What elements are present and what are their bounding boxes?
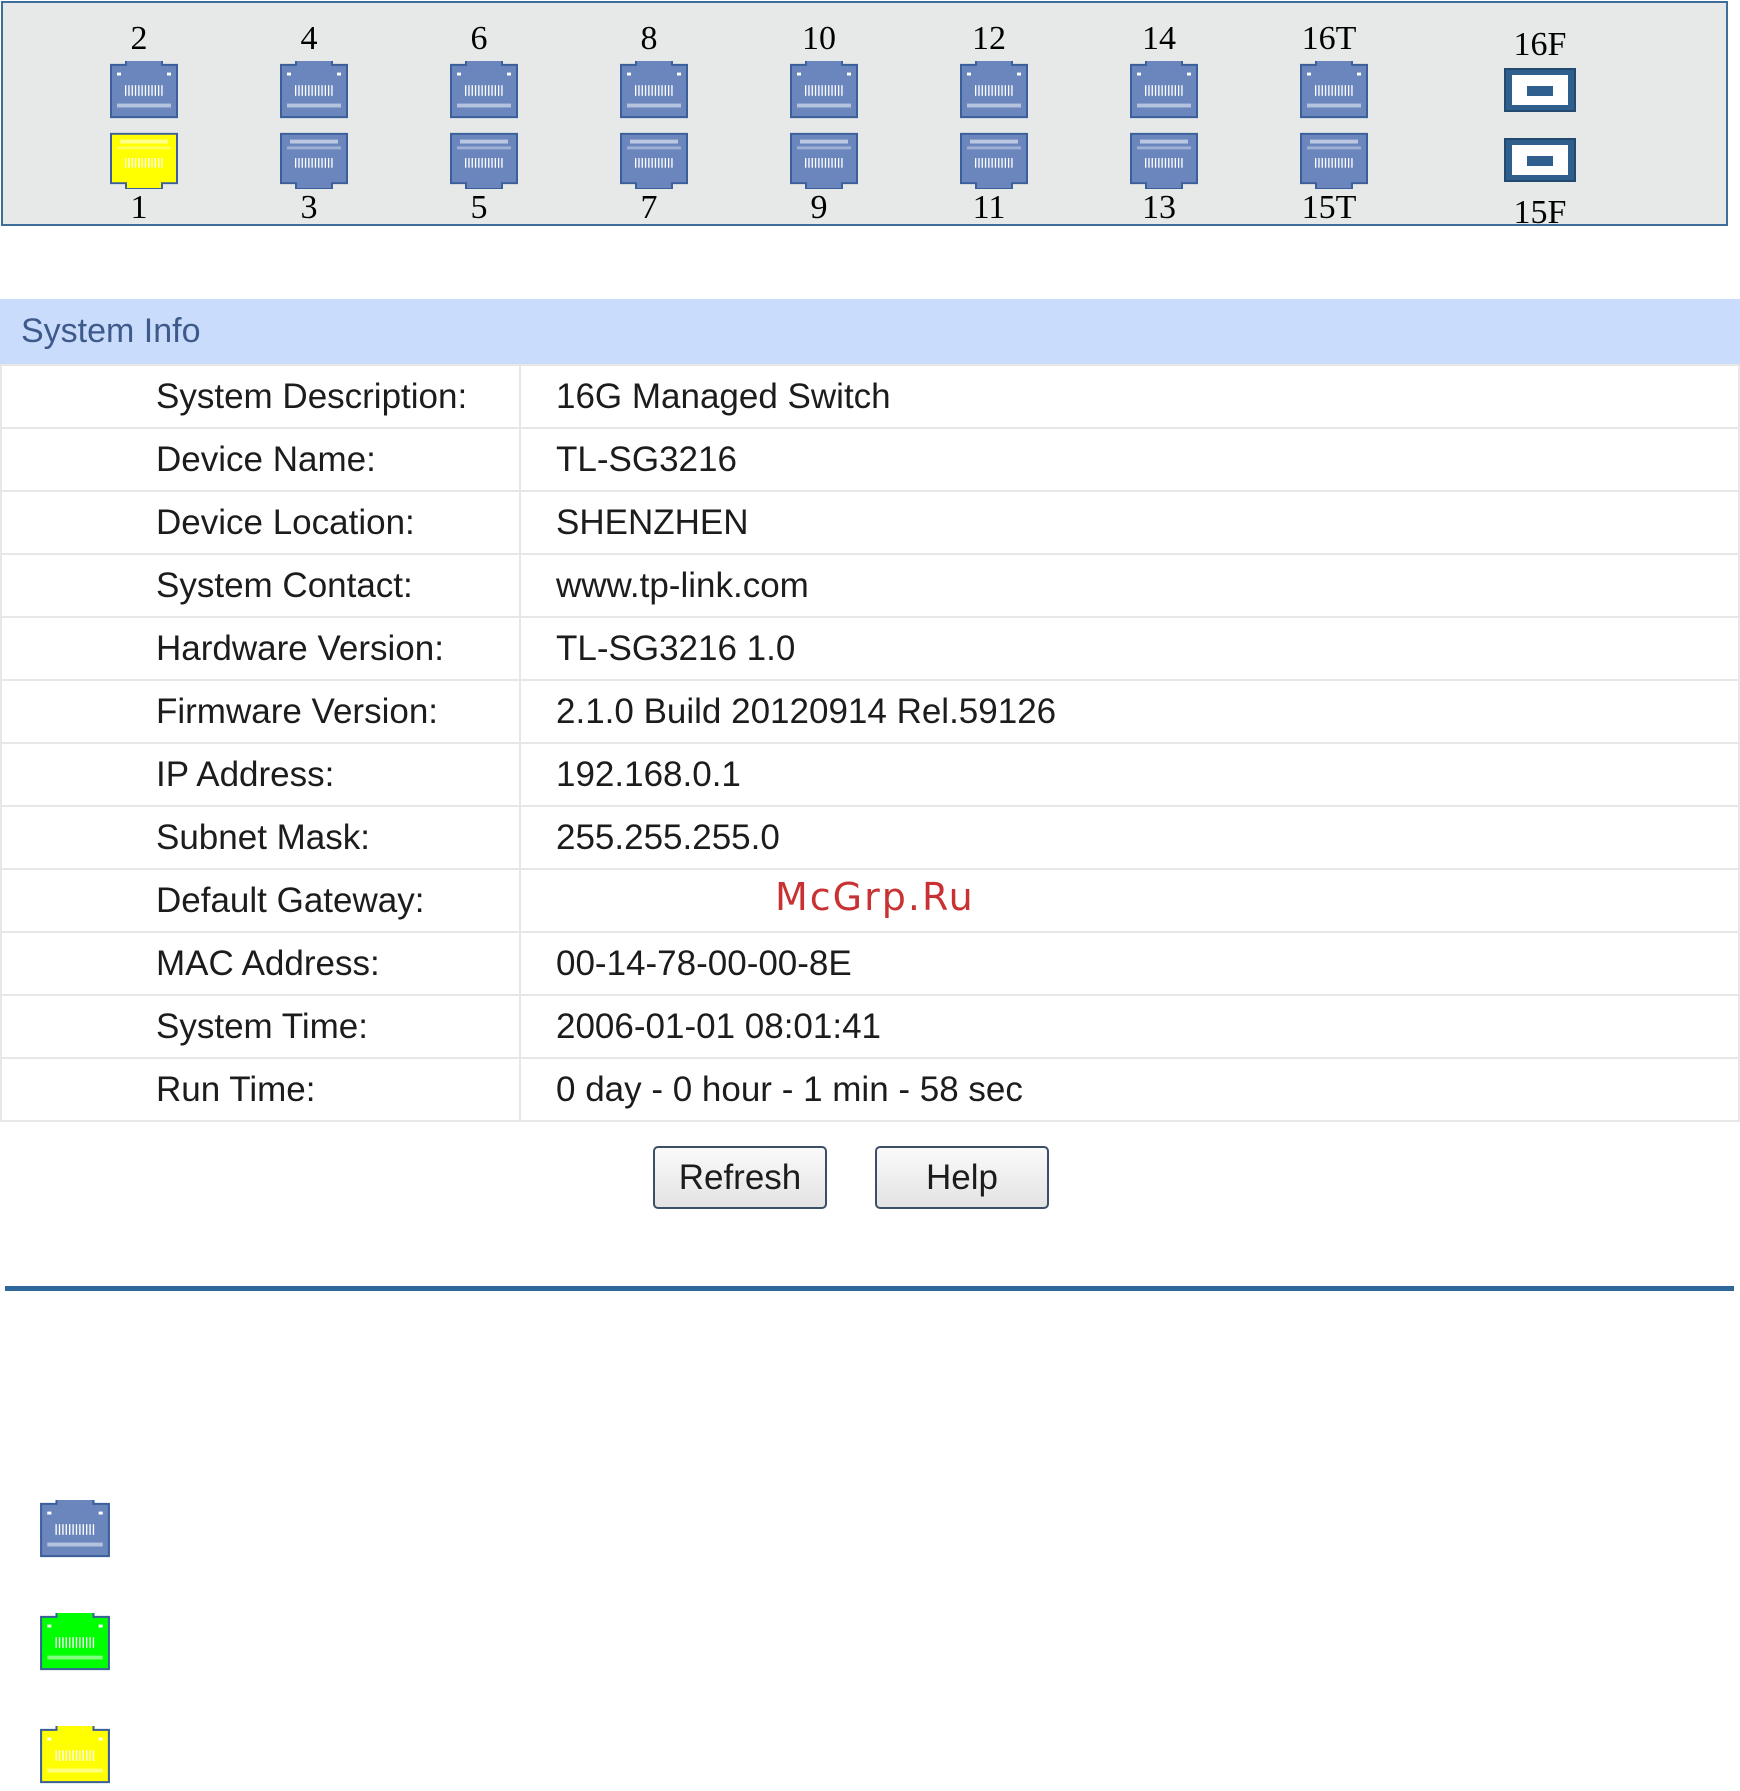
info-value	[519, 868, 1740, 933]
port-column: 4 3	[269, 3, 349, 228]
sfp-port-icon[interactable]	[1503, 67, 1577, 113]
port-number-label: 6	[470, 20, 488, 57]
rj45-port-icon[interactable]	[788, 61, 860, 121]
rj45-port-icon[interactable]	[788, 129, 860, 189]
info-label: Hardware Version:	[0, 616, 521, 681]
info-value: 255.255.255.0	[519, 805, 1740, 870]
legend-port-100m-icon	[38, 1726, 112, 1786]
info-row: System Contact: www.tp-link.com	[0, 553, 1740, 618]
port-number-label: 15T	[1301, 189, 1357, 226]
watermark: McGrp.Ru	[775, 875, 975, 919]
info-label: IP Address:	[0, 742, 521, 807]
refresh-button[interactable]: Refresh	[653, 1146, 827, 1209]
port-number-label: 4	[300, 20, 318, 57]
port-number-label: 9	[810, 189, 828, 226]
port-number-label: 3	[300, 189, 318, 226]
info-row: Device Name: TL-SG3216	[0, 427, 1740, 492]
system-info-table: System Description: 16G Managed Switch Dev…	[0, 364, 1740, 1122]
info-row: Hardware Version: TL-SG3216 1.0	[0, 616, 1740, 681]
info-value: 2006-01-01 08:01:41	[519, 994, 1740, 1059]
info-row: Firmware Version: 2.1.0 Build 20120914 Re…	[0, 679, 1740, 744]
info-value: 00-14-78-00-00-8E	[519, 931, 1740, 996]
info-value: 16G Managed Switch	[519, 364, 1740, 429]
port-column: 6 5	[439, 3, 519, 228]
info-label: Run Time:	[0, 1057, 521, 1122]
info-row: IP Address: 192.168.0.1	[0, 742, 1740, 807]
port-column: 10 9	[779, 3, 859, 228]
help-button[interactable]: Help	[875, 1146, 1049, 1209]
info-label: Subnet Mask:	[0, 805, 521, 870]
rj45-port-icon[interactable]	[618, 61, 690, 121]
port-number-label: 11	[972, 189, 1006, 226]
port-number-label: 8	[640, 20, 658, 57]
port-number-label: 15F	[1513, 194, 1567, 231]
divider	[5, 1286, 1734, 1291]
info-row: System Description: 16G Managed Switch	[0, 364, 1740, 429]
info-label: Device Name:	[0, 427, 521, 492]
port-column: 16T 15T	[1289, 3, 1369, 228]
info-label: Firmware Version:	[0, 679, 521, 744]
rj45-port-icon[interactable]	[448, 129, 520, 189]
rj45-port-icon[interactable]	[1298, 61, 1370, 121]
rj45-port-icon[interactable]	[1128, 61, 1200, 121]
port-column: 8 7	[609, 3, 689, 228]
rj45-port-icon[interactable]	[958, 61, 1030, 121]
port-number-label: 5	[470, 189, 488, 226]
rj45-port-icon[interactable]	[958, 129, 1030, 189]
switch-port-panel: 2 14 36 58 7 10 9 12 11 14 13 16T 15T 16…	[1, 1, 1728, 231]
sfp-column: 16F 15F	[1500, 3, 1580, 231]
info-row: Run Time: 0 day - 0 hour - 1 min - 58 sec	[0, 1057, 1740, 1122]
legend-port-1000m-icon	[38, 1613, 112, 1673]
legend-port-unlinked-icon	[38, 1500, 112, 1560]
rj45-port-icon[interactable]	[108, 61, 180, 121]
info-value: 192.168.0.1	[519, 742, 1740, 807]
info-row: MAC Address: 00-14-78-00-00-8E	[0, 931, 1740, 996]
rj45-port-icon[interactable]	[448, 61, 520, 121]
info-value: 0 day - 0 hour - 1 min - 58 sec	[519, 1057, 1740, 1122]
port-column: 12 11	[949, 3, 1029, 228]
port-number-label: 2	[130, 20, 148, 57]
info-value: TL-SG3216 1.0	[519, 616, 1740, 681]
port-number-label: 12	[972, 20, 1006, 57]
sfp-port-icon[interactable]	[1503, 137, 1577, 183]
port-column: 2 1	[99, 3, 179, 228]
info-value: www.tp-link.com	[519, 553, 1740, 618]
port-number-label: 7	[640, 189, 658, 226]
info-label: System Contact:	[0, 553, 521, 618]
rj45-port-icon[interactable]	[108, 129, 180, 189]
rj45-port-icon[interactable]	[278, 61, 350, 121]
rj45-port-icon[interactable]	[1128, 129, 1200, 189]
info-label: System Description:	[0, 364, 521, 429]
info-row: Device Location: SHENZHEN	[0, 490, 1740, 555]
rj45-port-icon[interactable]	[1298, 129, 1370, 189]
port-column: 14 13	[1119, 3, 1199, 228]
info-value: 2.1.0 Build 20120914 Rel.59126	[519, 679, 1740, 744]
info-value: SHENZHEN	[519, 490, 1740, 555]
info-row: Subnet Mask: 255.255.255.0	[0, 805, 1740, 870]
info-value: TL-SG3216	[519, 427, 1740, 492]
info-label: MAC Address:	[0, 931, 521, 996]
port-number-label: 10	[802, 20, 836, 57]
rj45-port-icon[interactable]	[618, 129, 690, 189]
info-row: System Time: 2006-01-01 08:01:41	[0, 994, 1740, 1059]
info-label: System Time:	[0, 994, 521, 1059]
port-number-label: 1	[130, 189, 148, 226]
info-label: Default Gateway:	[0, 868, 521, 933]
system-info-header: System Info	[0, 299, 1740, 364]
rj45-port-icon[interactable]	[278, 129, 350, 189]
port-number-label: 16F	[1513, 26, 1567, 63]
port-number-label: 13	[1142, 189, 1176, 226]
port-number-label: 16T	[1301, 20, 1357, 57]
info-label: Device Location:	[0, 490, 521, 555]
port-number-label: 14	[1142, 20, 1176, 57]
